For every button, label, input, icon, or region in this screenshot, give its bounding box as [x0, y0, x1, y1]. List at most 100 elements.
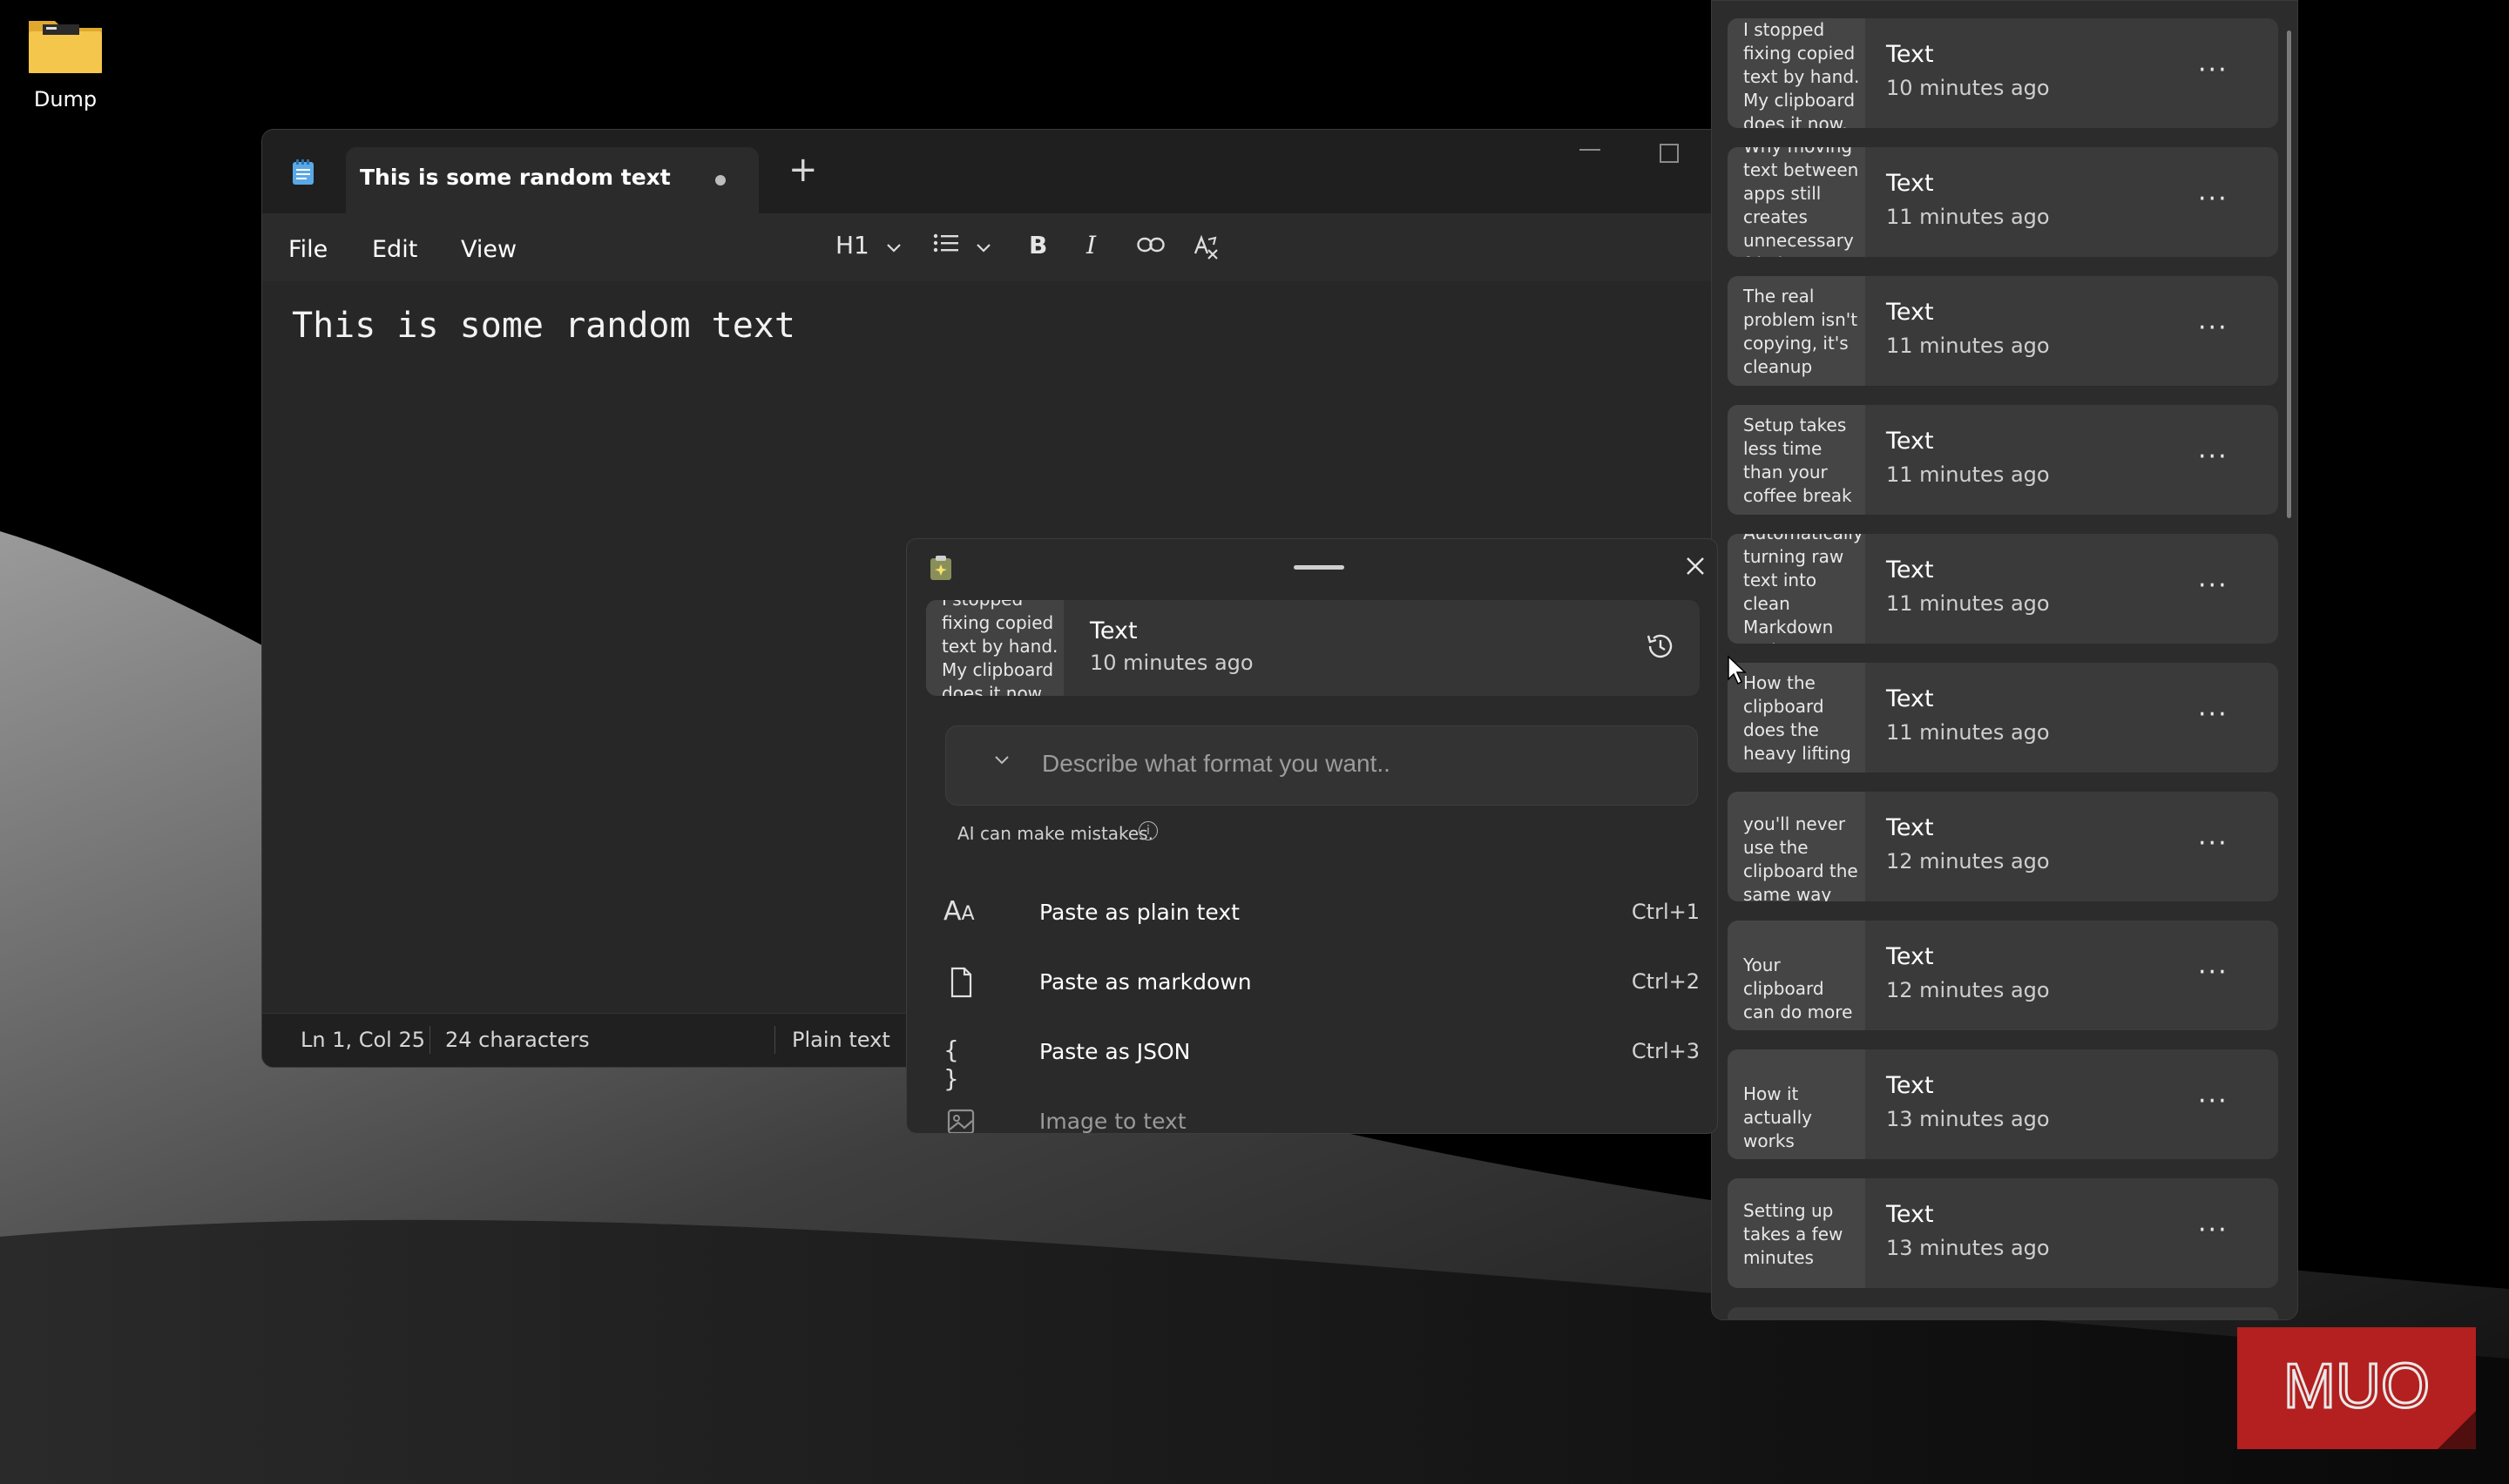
clipboard-item[interactable]: Automatically turning raw text into clea… — [1728, 534, 2278, 644]
svg-text:MUO: MUO — [2283, 1352, 2430, 1421]
clipboard-item-time: 12 minutes ago — [1886, 978, 2050, 1002]
bullet-list-icon — [933, 233, 958, 253]
muo-watermark-logo: MUO — [2237, 1327, 2476, 1449]
clipboard-item-preview: Setup takes less time than your coffee b… — [1728, 405, 1865, 515]
font-size-icon: AA — [943, 896, 975, 927]
heading-dropdown[interactable]: H1 — [835, 231, 902, 260]
bold-icon[interactable]: B — [1029, 231, 1047, 260]
heading-level: H1 — [835, 231, 869, 260]
clipboard-item-type: Text — [1886, 170, 1934, 197]
more-options-icon[interactable]: ··· — [2198, 570, 2228, 601]
clipboard-item[interactable]: Setting up takes a few minutes Text 13 m… — [1728, 1178, 2278, 1288]
clipboard-item-type: Text — [1886, 556, 1934, 583]
more-options-icon[interactable]: ··· — [2198, 699, 2228, 730]
clipboard-item[interactable]: How it actually works Text 13 minutes ag… — [1728, 1049, 2278, 1159]
format-prompt-box — [945, 725, 1698, 806]
drag-handle[interactable] — [1294, 565, 1344, 570]
clipboard-item-time: 12 minutes ago — [1886, 849, 2050, 874]
notepad-titlebar: This is some random text + — [262, 130, 1743, 213]
image-to-text-option[interactable]: Image to text — [926, 1091, 1700, 1133]
clipboard-item-time: 11 minutes ago — [1886, 205, 2050, 229]
clear-formatting-icon[interactable] — [1193, 233, 1221, 260]
chevron-down-icon[interactable] — [993, 754, 1011, 766]
braces-icon: { } — [943, 1035, 959, 1093]
advanced-paste-window: I stopped fixing copied text by hand. My… — [906, 538, 1718, 1134]
clipboard-item[interactable]: Your clipboard can do more Text 12 minut… — [1728, 921, 2278, 1030]
notepad-app-icon — [293, 159, 314, 185]
italic-icon[interactable]: I — [1086, 231, 1096, 260]
clipboard-app-icon — [930, 556, 951, 580]
status-format[interactable]: Plain text — [792, 1028, 890, 1052]
clipboard-item-preview: The real problem isn't copying, it's cle… — [1728, 276, 1865, 386]
clipboard-item-time: 10 minutes ago — [1886, 76, 2050, 100]
clipboard-item-time: 11 minutes ago — [1886, 591, 2050, 616]
tab-title: This is some random text — [360, 165, 671, 190]
status-character-count: 24 characters — [445, 1028, 590, 1052]
clipboard-item-time: 11 minutes ago — [1886, 720, 2050, 745]
unsaved-indicator-icon — [715, 175, 726, 186]
clipboard-item-partial[interactable] — [1728, 1307, 2278, 1319]
clipboard-item[interactable]: Setup takes less time than your coffee b… — [1728, 405, 2278, 515]
menu-edit[interactable]: Edit — [372, 236, 417, 263]
history-icon[interactable] — [1644, 630, 1677, 663]
info-icon[interactable]: i — [1139, 821, 1158, 840]
image-icon — [947, 1109, 975, 1133]
menu-file[interactable]: File — [288, 236, 328, 263]
clipboard-item-type: Text — [1886, 814, 1934, 841]
clipboard-item-type: Text — [1886, 943, 1934, 970]
status-divider — [429, 1026, 430, 1054]
clipboard-item-preview: Why moving text between apps still creat… — [1728, 147, 1865, 257]
menu-view[interactable]: View — [461, 236, 517, 263]
desktop-folder-dump[interactable]: Dump — [17, 12, 113, 111]
more-options-icon[interactable]: ··· — [2198, 1086, 2228, 1116]
more-options-icon[interactable]: ··· — [2198, 957, 2228, 988]
more-options-icon[interactable]: ··· — [2198, 828, 2228, 859]
folder-icon — [29, 21, 102, 73]
paste-plain-text-option[interactable]: AA Paste as plain text Ctrl+1 — [926, 882, 1700, 943]
clipboard-item[interactable]: I stopped fixing copied text by hand. My… — [1728, 18, 2278, 128]
clipboard-item-preview: Automatically turning raw text into clea… — [1728, 534, 1865, 644]
clipboard-item-type: Text — [1886, 299, 1934, 326]
clipboard-item[interactable]: How the clipboard does the heavy lifting… — [1728, 663, 2278, 772]
clipboard-item-type: Text — [1886, 1072, 1934, 1099]
clipboard-item-preview: Your clipboard can do more — [1728, 921, 1865, 1030]
minimize-button[interactable] — [1579, 149, 1600, 151]
more-options-icon[interactable]: ··· — [2198, 442, 2228, 472]
clipboard-item-preview: I stopped fixing copied text by hand. My… — [1728, 18, 1865, 128]
document-icon — [950, 967, 972, 998]
status-cursor-position: Ln 1, Col 25 — [301, 1028, 426, 1052]
clipboard-item-preview: Setting up takes a few minutes — [1728, 1178, 1865, 1288]
more-options-icon[interactable]: ··· — [2198, 313, 2228, 343]
clipboard-item-preview: How it actually works — [1728, 1049, 1865, 1159]
chevron-down-icon — [977, 244, 991, 253]
clipboard-item-preview: you'll never use the clipboard the same … — [1728, 792, 1865, 901]
clipboard-item-time: 13 minutes ago — [1886, 1107, 2050, 1131]
list-dropdown[interactable] — [933, 231, 991, 260]
desktop-icon-label: Dump — [33, 87, 98, 111]
editor-text[interactable]: This is some random text — [292, 306, 795, 346]
new-tab-plus-icon[interactable]: + — [788, 152, 818, 187]
clipboard-item[interactable]: The real problem isn't copying, it's cle… — [1728, 276, 2278, 386]
clipboard-item-time: 11 minutes ago — [1886, 462, 2050, 487]
paste-markdown-option[interactable]: Paste as markdown Ctrl+2 — [926, 952, 1700, 1013]
link-icon[interactable] — [1137, 236, 1165, 253]
current-clipboard-item[interactable]: I stopped fixing copied text by hand. My… — [926, 600, 1700, 696]
clipboard-item[interactable]: Why moving text between apps still creat… — [1728, 147, 2278, 257]
clipboard-item-type: Text — [1886, 1201, 1934, 1228]
clipboard-item-time: 13 minutes ago — [1886, 1236, 2050, 1260]
menu-bar: File Edit View H1 B I — [262, 213, 1743, 281]
format-prompt-input[interactable] — [1040, 749, 1654, 779]
ai-disclaimer: AI can make mistakes. — [957, 823, 1153, 844]
paste-json-option[interactable]: { } Paste as JSON Ctrl+3 — [926, 1022, 1700, 1093]
close-icon[interactable] — [1681, 551, 1710, 581]
clipboard-item[interactable]: you'll never use the clipboard the same … — [1728, 792, 2278, 901]
more-options-icon[interactable]: ··· — [2198, 55, 2228, 85]
scrollbar-thumb[interactable] — [2287, 30, 2291, 518]
more-options-icon[interactable]: ··· — [2198, 184, 2228, 214]
maximize-button[interactable] — [1660, 144, 1679, 163]
chevron-down-icon — [887, 244, 901, 253]
status-divider — [774, 1026, 775, 1054]
mouse-cursor-icon — [1728, 655, 1747, 685]
tab-document[interactable]: This is some random text — [346, 147, 759, 213]
more-options-icon[interactable]: ··· — [2198, 1215, 2228, 1245]
